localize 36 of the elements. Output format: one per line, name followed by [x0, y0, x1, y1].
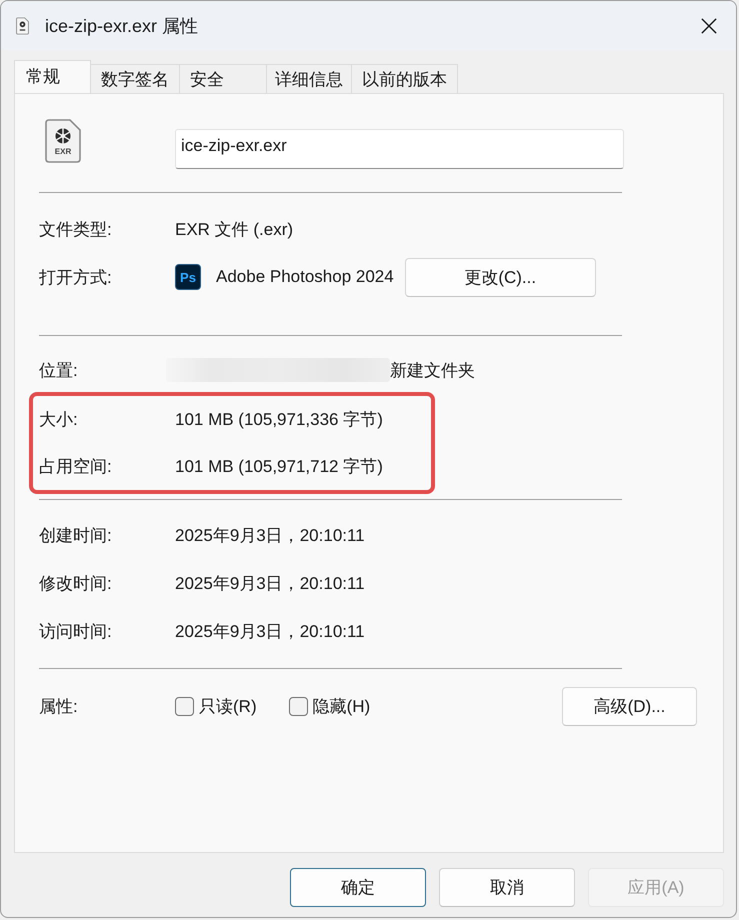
field-label: 大小: [39, 409, 79, 431]
field-label: 修改时间: [39, 573, 113, 596]
change-button[interactable]: 更改(C)... [404, 258, 596, 296]
file-name-field[interactable]: ice-zip-exr.exr [175, 129, 624, 169]
field-value: 101 MB (105,971,712 字节) [175, 456, 383, 478]
field-value: EXR 文件 (.exr) [175, 218, 294, 240]
field-value: 2025年9月3日，20:10:11 [175, 620, 365, 643]
field-label: 创建时间: [39, 525, 113, 548]
field-value: 101 MB (105,971,336 字节) [175, 409, 383, 431]
field-label: 访问时间: [39, 620, 113, 643]
location-value: 新建文件夹 [390, 360, 475, 382]
window-title: ice-zip-exr.exr 属性 [45, 14, 198, 38]
file-icon [16, 16, 29, 34]
field-value: 2025年9月3日，20:10:11 [175, 573, 365, 596]
tab[interactable]: 安全 [180, 64, 267, 93]
tab[interactable]: 数字签名 [91, 64, 180, 93]
exr-file-icon: EXR [45, 119, 81, 163]
close-icon [701, 18, 717, 34]
field-label: 打开方式: [39, 266, 113, 288]
checkbox-label[interactable]: 隐藏(H) [312, 694, 370, 718]
advanced-button[interactable]: 高级(D)... [562, 686, 697, 726]
checkbox[interactable] [175, 696, 194, 716]
tab[interactable]: 常规 [14, 60, 91, 93]
dialog-button[interactable]: 确定 [290, 868, 426, 907]
app-name: Adobe Photoshop 2024 [216, 267, 394, 287]
field-label: 位置: [39, 360, 79, 382]
field-label: 属性: [39, 696, 79, 718]
field-label: 占用空间: [39, 456, 113, 478]
tab[interactable]: 详细信息 [267, 64, 352, 93]
checkbox-label[interactable]: 只读(R) [199, 694, 257, 718]
dialog-button[interactable]: 取消 [439, 868, 575, 907]
field-value: 2025年9月3日，20:10:11 [175, 525, 365, 548]
photoshop-logo-icon: Ps [175, 264, 201, 290]
tab[interactable]: 以前的版本 [352, 64, 458, 93]
checkbox[interactable] [288, 696, 308, 716]
field-label: 文件类型: [39, 218, 113, 240]
